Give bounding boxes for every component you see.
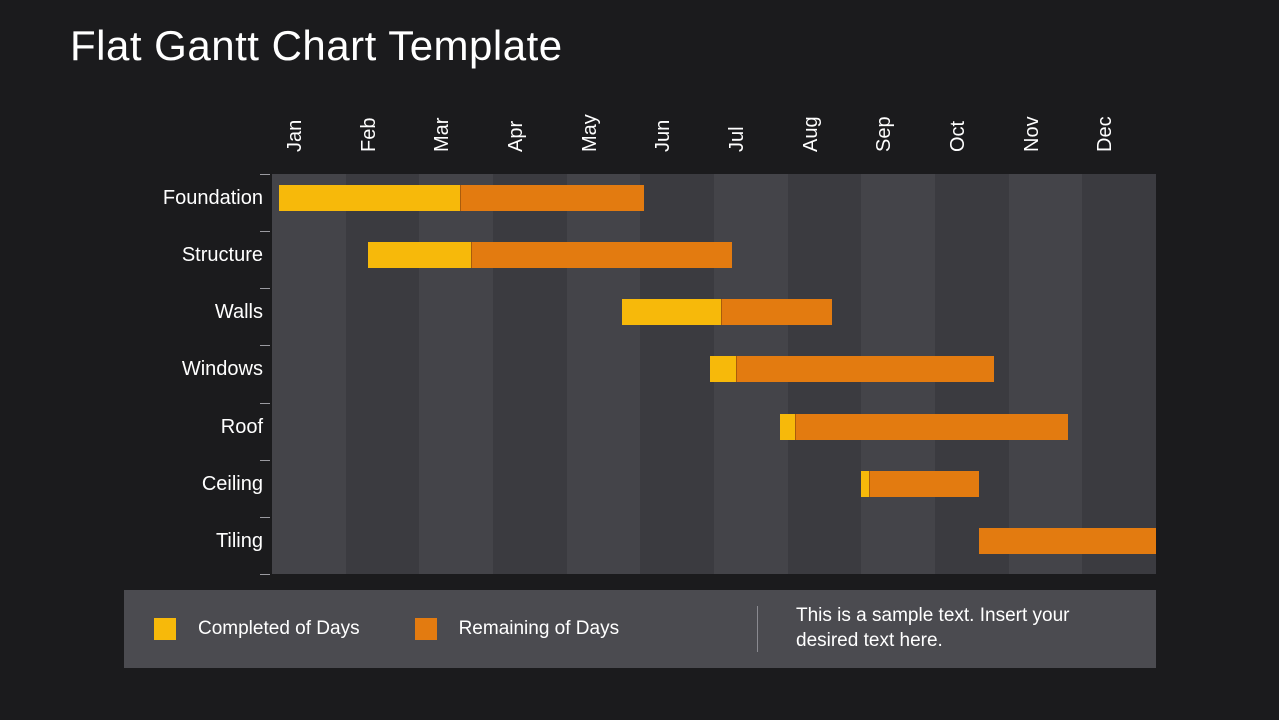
- axis-tick: [260, 174, 270, 175]
- month-label: May: [579, 114, 602, 152]
- month-stripe: [1009, 174, 1083, 574]
- task-label: Walls: [215, 302, 263, 322]
- month-label: Oct: [947, 121, 970, 152]
- gantt-bar: [780, 414, 1067, 440]
- legend-completed-label: Completed of Days: [198, 618, 360, 640]
- gantt-bar: [368, 242, 733, 268]
- task-label: Roof: [221, 417, 263, 437]
- axis-tick: [260, 574, 270, 575]
- month-label: Jan: [284, 120, 307, 152]
- month-stripe: [640, 174, 714, 574]
- month-stripe: [1082, 174, 1156, 574]
- gantt-bar-completed: [368, 242, 471, 268]
- swatch-remaining-icon: [415, 618, 437, 640]
- legend-caption: This is a sample text. Insert your desir…: [796, 604, 1096, 653]
- month-label: Feb: [358, 118, 381, 152]
- month-label: Jun: [652, 120, 675, 152]
- gantt-bar-completed: [279, 185, 459, 211]
- month-label: Apr: [505, 121, 528, 152]
- month-label: Sep: [873, 116, 896, 152]
- page-title: Flat Gantt Chart Template: [70, 22, 563, 70]
- task-label: Foundation: [163, 188, 263, 208]
- legend-completed: Completed of Days: [154, 618, 360, 640]
- task-label: Windows: [182, 359, 263, 379]
- gantt-bar: [279, 185, 644, 211]
- month-stripe: [272, 174, 346, 574]
- axis-tick: [260, 517, 270, 518]
- legend-divider: [757, 606, 758, 652]
- legend-remaining: Remaining of Days: [415, 618, 620, 640]
- gantt-bar: [710, 356, 994, 382]
- month-stripe: [346, 174, 420, 574]
- gantt-bar-completed: [622, 299, 721, 325]
- month-label: Jul: [726, 126, 749, 152]
- axis-tick: [260, 403, 270, 404]
- month-label: Aug: [800, 116, 823, 152]
- month-stripe: [419, 174, 493, 574]
- month-stripe: [493, 174, 567, 574]
- task-label: Structure: [182, 245, 263, 265]
- axis-tick: [260, 345, 270, 346]
- gantt-plot: [272, 174, 1156, 574]
- gantt-bar: [622, 299, 832, 325]
- month-axis: Jan Feb Mar Apr May Jun Jul Aug Sep Oct Nov Dec: [272, 94, 1156, 162]
- gantt-bar-completed: [780, 414, 795, 440]
- legend-bar: Completed of Days Remaining of Days This…: [124, 590, 1156, 668]
- swatch-completed-icon: [154, 618, 176, 640]
- month-label: Mar: [431, 118, 454, 152]
- month-label: Nov: [1021, 116, 1044, 152]
- legend-remaining-label: Remaining of Days: [459, 618, 620, 640]
- month-label: Dec: [1094, 116, 1117, 152]
- gantt-bar-completed: [861, 471, 868, 497]
- axis-tick: [260, 288, 270, 289]
- axis-tick: [260, 460, 270, 461]
- month-stripe: [567, 174, 641, 574]
- axis-tick: [260, 231, 270, 232]
- gantt-bar: [861, 471, 979, 497]
- task-axis: Foundation Structure Walls Windows Roof Ceili…: [135, 174, 273, 574]
- slide: Flat Gantt Chart Template Jan Feb Mar Apr Ma…: [0, 0, 1279, 720]
- task-label: Tiling: [216, 531, 263, 551]
- gantt-bar: [979, 528, 1156, 554]
- task-label: Ceiling: [202, 474, 263, 494]
- gantt-bar-completed: [710, 356, 736, 382]
